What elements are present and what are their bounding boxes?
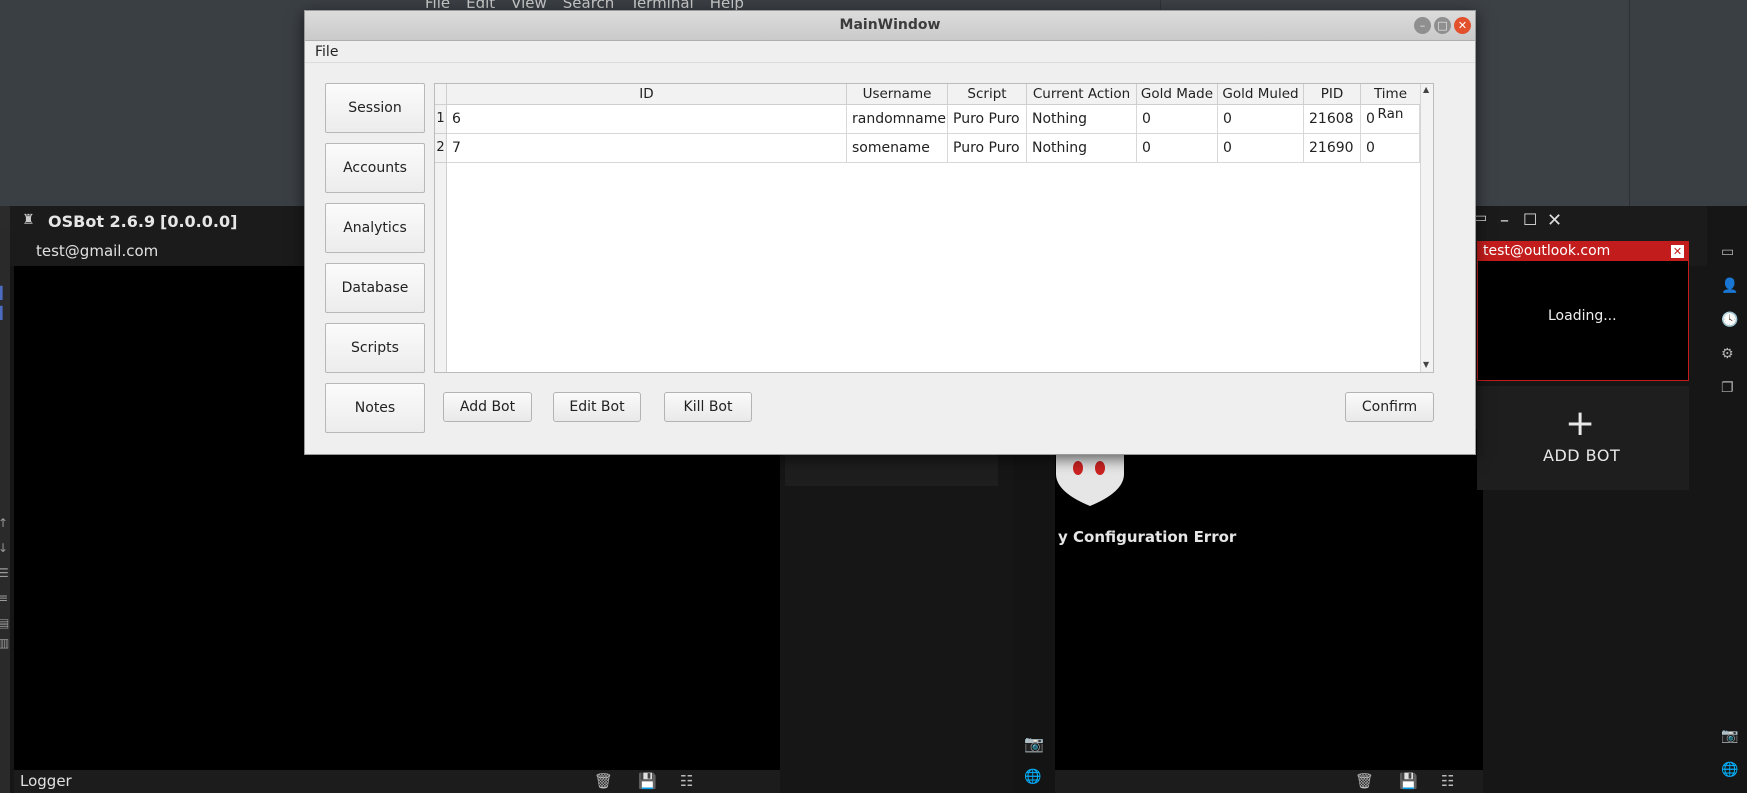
cell-gold-made[interactable]: 0 bbox=[1137, 134, 1218, 163]
filter-icon[interactable]: ≡ bbox=[0, 591, 8, 605]
cell-gold-made[interactable]: 0 bbox=[1137, 105, 1218, 134]
nav-database-button[interactable]: Database bbox=[325, 263, 425, 313]
layers-icon[interactable]: ❐ bbox=[1721, 380, 1734, 396]
menu-file[interactable]: File bbox=[315, 44, 338, 60]
column-header-time-ran[interactable]: Time Ran bbox=[1361, 84, 1420, 122]
globe-icon[interactable]: 🌐 bbox=[1024, 769, 1041, 785]
plus-icon: + bbox=[1565, 403, 1596, 444]
scroll-up-icon[interactable]: ▲ bbox=[1423, 85, 1429, 94]
list-icon[interactable]: ☷ bbox=[1441, 772, 1454, 790]
main-window-titlebar[interactable]: MainWindow – □ ✕ bbox=[305, 11, 1475, 41]
column-header-script[interactable]: Script bbox=[948, 84, 1027, 105]
table-header: ID Username Script Current Action Gold M… bbox=[435, 84, 1420, 122]
osbot-mascot-icon bbox=[1056, 446, 1124, 506]
logger-label: Logger bbox=[20, 772, 72, 790]
camera-icon[interactable]: 📷 bbox=[1721, 728, 1738, 744]
arrow-up-icon[interactable]: ↑ bbox=[0, 516, 8, 530]
error-panel-toolbar: 🗑 💾 ☷ bbox=[1055, 770, 1483, 793]
globe-icon[interactable]: 🌐 bbox=[1721, 762, 1738, 778]
cell-id[interactable]: 6 bbox=[447, 105, 847, 134]
session-tab[interactable]: test@outlook.com ✕ Loading... bbox=[1477, 241, 1689, 381]
main-window-title: MainWindow bbox=[839, 17, 941, 33]
user-icon[interactable]: 👤 bbox=[1721, 278, 1738, 294]
row-number[interactable]: 1 bbox=[435, 105, 447, 134]
bots-table: ID Username Script Current Action Gold M… bbox=[434, 83, 1434, 373]
wrap-icon[interactable]: ☰ bbox=[0, 566, 9, 580]
osbot-app-title: OSBot 2.6.9 bbox=[48, 212, 156, 231]
background-window-strip: ▌ ▌ ↑ ↓ ☰ ≡ ▤ ▥ bbox=[0, 226, 10, 793]
add-bot-label: ADD BOT bbox=[1543, 446, 1621, 465]
column-header-gold-muled[interactable]: Gold Muled bbox=[1218, 84, 1304, 105]
cell-time-ran[interactable]: 0 bbox=[1361, 134, 1420, 163]
edit-bot-button[interactable]: Edit Bot bbox=[553, 392, 641, 422]
trash-icon[interactable]: 🗑 bbox=[594, 772, 613, 790]
column-header-pid[interactable]: PID bbox=[1304, 84, 1361, 105]
close-icon[interactable]: ✕ bbox=[1547, 210, 1562, 231]
minimize-icon[interactable]: – bbox=[1500, 210, 1509, 231]
nav-analytics-button[interactable]: Analytics bbox=[325, 203, 425, 253]
ide-divider bbox=[1629, 0, 1630, 206]
cell-current-action[interactable]: Nothing bbox=[1027, 105, 1137, 134]
cell-current-action[interactable]: Nothing bbox=[1027, 134, 1137, 163]
osbot-account-label: test@gmail.com bbox=[36, 242, 159, 260]
main-window-dialog: MainWindow – □ ✕ File Session Accounts A… bbox=[304, 10, 1476, 455]
logger-bar: Logger 🗑 💾 ☷ bbox=[14, 770, 780, 793]
maximize-icon[interactable]: ☐ bbox=[1523, 210, 1537, 229]
nav-notes-button[interactable]: Notes bbox=[325, 383, 425, 433]
list-icon[interactable]: ☷ bbox=[680, 772, 693, 790]
minimize-icon[interactable]: – bbox=[1414, 17, 1431, 34]
strip-marker-icon: ▌ bbox=[0, 306, 8, 320]
add-bot-slot-right[interactable]: + ADD BOT bbox=[1477, 386, 1689, 490]
nav-accounts-button[interactable]: Accounts bbox=[325, 143, 425, 193]
trash-icon[interactable]: ▥ bbox=[0, 636, 9, 650]
main-window-menubar: File bbox=[305, 41, 1475, 63]
camera-icon[interactable]: 📷 bbox=[1024, 734, 1044, 753]
session-tab-header: test@outlook.com ✕ bbox=[1478, 242, 1688, 261]
save-icon[interactable]: 💾 bbox=[638, 772, 657, 790]
maximize-icon[interactable]: □ bbox=[1434, 17, 1451, 34]
nav-session-button[interactable]: Session bbox=[325, 83, 425, 133]
cell-username[interactable]: somename bbox=[847, 134, 948, 163]
cell-gold-muled[interactable]: 0 bbox=[1218, 105, 1304, 134]
table-scrollbar[interactable]: ▲ ▼ bbox=[1420, 84, 1433, 372]
session-status: Loading... bbox=[1548, 308, 1617, 324]
window-icon[interactable]: ▭ bbox=[1721, 244, 1734, 260]
right-toolbar: ▭ 👤 🕓 ⚙ ❐ 📷 🌐 bbox=[1707, 206, 1747, 793]
nav-scripts-button[interactable]: Scripts bbox=[325, 323, 425, 373]
print-icon[interactable]: ▤ bbox=[0, 616, 9, 630]
column-header-current-action[interactable]: Current Action bbox=[1027, 84, 1137, 105]
configuration-error-text: y Configuration Error bbox=[1058, 528, 1237, 546]
cell-pid[interactable]: 21690 bbox=[1304, 134, 1361, 163]
row-header-gutter bbox=[435, 163, 447, 372]
cell-script[interactable]: Puro Puro bbox=[948, 134, 1027, 163]
gears-icon[interactable]: ⚙ bbox=[1721, 346, 1734, 362]
cell-pid[interactable]: 21608 bbox=[1304, 105, 1361, 134]
trash-icon[interactable]: 🗑 bbox=[1355, 772, 1374, 790]
arrow-down-icon[interactable]: ↓ bbox=[0, 541, 8, 555]
session-email: test@outlook.com bbox=[1483, 243, 1611, 259]
save-icon[interactable]: 💾 bbox=[1399, 772, 1418, 790]
close-icon[interactable]: ✕ bbox=[1454, 17, 1471, 34]
cell-username[interactable]: randomname bbox=[847, 105, 948, 134]
cell-id[interactable]: 7 bbox=[447, 134, 847, 163]
column-header-username[interactable]: Username bbox=[847, 84, 948, 105]
corner-cell bbox=[435, 84, 447, 105]
column-header-id[interactable]: ID bbox=[447, 84, 847, 105]
close-session-icon[interactable]: ✕ bbox=[1671, 245, 1684, 258]
clock-icon[interactable]: 🕓 bbox=[1721, 312, 1738, 328]
scroll-down-icon[interactable]: ▼ bbox=[1423, 360, 1429, 369]
cell-script[interactable]: Puro Puro bbox=[948, 105, 1027, 134]
osbot-version: [0.0.0.0] bbox=[160, 212, 238, 231]
cell-time-ran[interactable]: 0 bbox=[1361, 105, 1420, 134]
row-number[interactable]: 2 bbox=[435, 134, 447, 163]
kill-bot-button[interactable]: Kill Bot bbox=[664, 392, 752, 422]
cell-gold-muled[interactable]: 0 bbox=[1218, 134, 1304, 163]
column-header-gold-made[interactable]: Gold Made bbox=[1137, 84, 1218, 105]
strip-marker-icon: ▌ bbox=[0, 286, 8, 300]
osbot-logo-icon: ♜ bbox=[22, 212, 35, 228]
confirm-button[interactable]: Confirm bbox=[1345, 392, 1434, 422]
add-bot-button[interactable]: Add Bot bbox=[443, 392, 532, 422]
